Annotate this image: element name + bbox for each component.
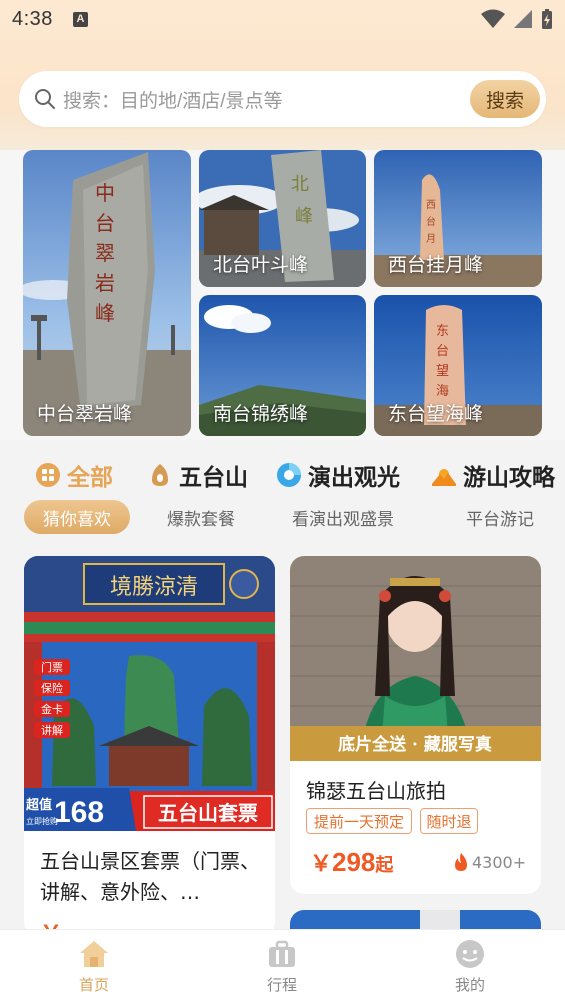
svg-text:望: 望 xyxy=(436,363,449,379)
home-icon xyxy=(80,941,108,967)
briefcase-icon xyxy=(269,940,295,967)
price-suffix: 起 xyxy=(375,855,394,876)
svg-text:海: 海 xyxy=(436,384,449,399)
category-label: 五台山 xyxy=(179,465,248,491)
status-icons xyxy=(481,8,553,30)
product-card-photo[interactable]: 底片全送 · 藏服写真 锦瑟五台山旅拍 提前一天预定 随时退 ￥ 298 起 4… xyxy=(290,556,541,894)
category-label: 全部 xyxy=(67,465,113,491)
sub-tabs: 猜你喜欢 爆款套餐 看演出观盛景 平台游记 xyxy=(0,500,565,536)
category-all[interactable]: 全部 xyxy=(35,458,113,492)
temple-sign-text: 境勝涼清 xyxy=(110,575,198,600)
promo-prefix: 超值 xyxy=(26,797,52,813)
peak-card-north[interactable]: 北峰 北台叶斗峰 xyxy=(199,150,366,287)
tag-refundable: 随时退 xyxy=(420,808,478,834)
nav-label: 首页 xyxy=(78,976,109,994)
peak-label: 西台挂月峰 xyxy=(388,254,484,276)
svg-text:峰: 峰 xyxy=(295,206,313,227)
badge-text: 门票 xyxy=(41,660,63,674)
tag-reserve-ahead: 提前一天预定 xyxy=(306,808,412,834)
search-icon xyxy=(35,89,55,109)
peak-card-central[interactable]: 中台翠岩峰 中台翠岩峰 xyxy=(23,150,191,436)
status-time: 4:38 xyxy=(12,7,53,30)
nav-label: 行程 xyxy=(266,976,297,994)
svg-text:台: 台 xyxy=(436,344,449,359)
disc-icon xyxy=(277,463,301,487)
badge-text: 讲解 xyxy=(41,723,63,737)
category-shows[interactable]: 演出观光 xyxy=(276,458,400,492)
peak-label: 东台望海峰 xyxy=(388,403,484,425)
subtab-travel-notes[interactable]: 平台游记 xyxy=(450,500,550,534)
svg-text:中: 中 xyxy=(95,181,115,205)
search-button[interactable]: 搜索 xyxy=(470,80,540,118)
grid-icon xyxy=(36,463,60,487)
battery-icon xyxy=(542,9,552,29)
svg-text:东: 东 xyxy=(436,324,449,339)
svg-text:峰: 峰 xyxy=(95,301,115,325)
bottom-navigation: 首页 行程 我的 xyxy=(0,929,565,1004)
notification-a-icon: A xyxy=(72,11,88,27)
sales-text: 4300+ xyxy=(472,852,527,872)
search-input[interactable]: 搜索：目的地/酒店/景点等 xyxy=(63,86,470,113)
svg-text:西: 西 xyxy=(426,200,436,211)
nav-home[interactable]: 首页 xyxy=(54,938,134,995)
image-banner-text: 底片全送 · 藏服写真 xyxy=(338,734,492,755)
badge-text: 保险 xyxy=(41,681,63,695)
price-symbol: ￥ xyxy=(310,852,333,877)
category-guides[interactable]: 游山攻略 xyxy=(431,458,555,492)
fire-icon xyxy=(455,853,467,871)
peak-card-south[interactable]: 南台锦绣峰 xyxy=(199,295,366,436)
badge-text: 金卡 xyxy=(41,702,63,716)
promo-price: 168 xyxy=(54,796,104,829)
product-title: 五台山景区套票（门票、讲解、意外险、… xyxy=(40,849,260,904)
svg-text:台: 台 xyxy=(426,215,436,228)
svg-text:台: 台 xyxy=(95,211,115,235)
nav-label: 我的 xyxy=(454,976,485,994)
product-price: ￥ 298 起 xyxy=(310,846,393,878)
svg-text:月: 月 xyxy=(426,233,436,245)
sales-count: 4300+ xyxy=(452,852,526,872)
search-bar[interactable]: 搜索：目的地/酒店/景点等 搜索 xyxy=(19,71,546,127)
subtab-hot-packages[interactable]: 爆款套餐 xyxy=(150,500,252,534)
mountain-sun-icon xyxy=(432,469,456,486)
category-wutaishan[interactable]: 五台山 xyxy=(147,458,248,492)
svg-text:岩: 岩 xyxy=(95,271,115,295)
product-card-ticket[interactable]: 境勝涼清 门票 保险 金卡 讲解 超值 立即抢购 168 五台山套票 五台山景区… xyxy=(24,556,275,936)
signal-icon xyxy=(514,10,532,28)
peak-label: 中台翠岩峰 xyxy=(37,403,133,425)
nav-profile[interactable]: 我的 xyxy=(430,938,510,995)
svg-text:北: 北 xyxy=(291,174,309,195)
product-title: 锦瑟五台山旅拍 xyxy=(306,779,446,803)
peak-card-east[interactable]: 东台望海 东台望海峰 xyxy=(374,295,542,436)
profile-icon xyxy=(456,940,484,968)
ticket-promo-image: 境勝涼清 门票 保险 金卡 讲解 超值 立即抢购 168 五台山套票 xyxy=(24,556,275,831)
status-bar: 4:38 A xyxy=(0,0,565,38)
bell-icon xyxy=(152,464,168,486)
promo-banner: 五台山套票 xyxy=(158,801,258,825)
peak-card-west[interactable]: 西台月 西台挂月峰 xyxy=(374,150,542,287)
peak-label: 南台锦绣峰 xyxy=(213,403,309,425)
peak-central-image: 中台翠岩峰 xyxy=(23,150,191,436)
subtab-shows[interactable]: 看演出观盛景 xyxy=(278,500,408,534)
price-value: 298 xyxy=(332,847,376,877)
category-label: 演出观光 xyxy=(308,465,400,491)
five-peaks-grid: 中台翠岩峰 中台翠岩峰 北峰 北台叶斗峰 西 台 月 西台挂月峰 南台锦绣峰 东… xyxy=(0,150,565,440)
category-tabs: 全部 五台山 演出观光 游山攻略 xyxy=(0,455,565,495)
svg-text:翠: 翠 xyxy=(95,241,115,265)
subtab-recommended[interactable]: 猜你喜欢 xyxy=(24,500,130,534)
wifi-icon xyxy=(481,9,505,28)
tibetan-portrait-image: 底片全送 · 藏服写真 xyxy=(290,556,541,761)
category-label: 游山攻略 xyxy=(463,465,555,491)
peak-label: 北台叶斗峰 xyxy=(213,254,309,276)
nav-itinerary[interactable]: 行程 xyxy=(242,938,322,995)
